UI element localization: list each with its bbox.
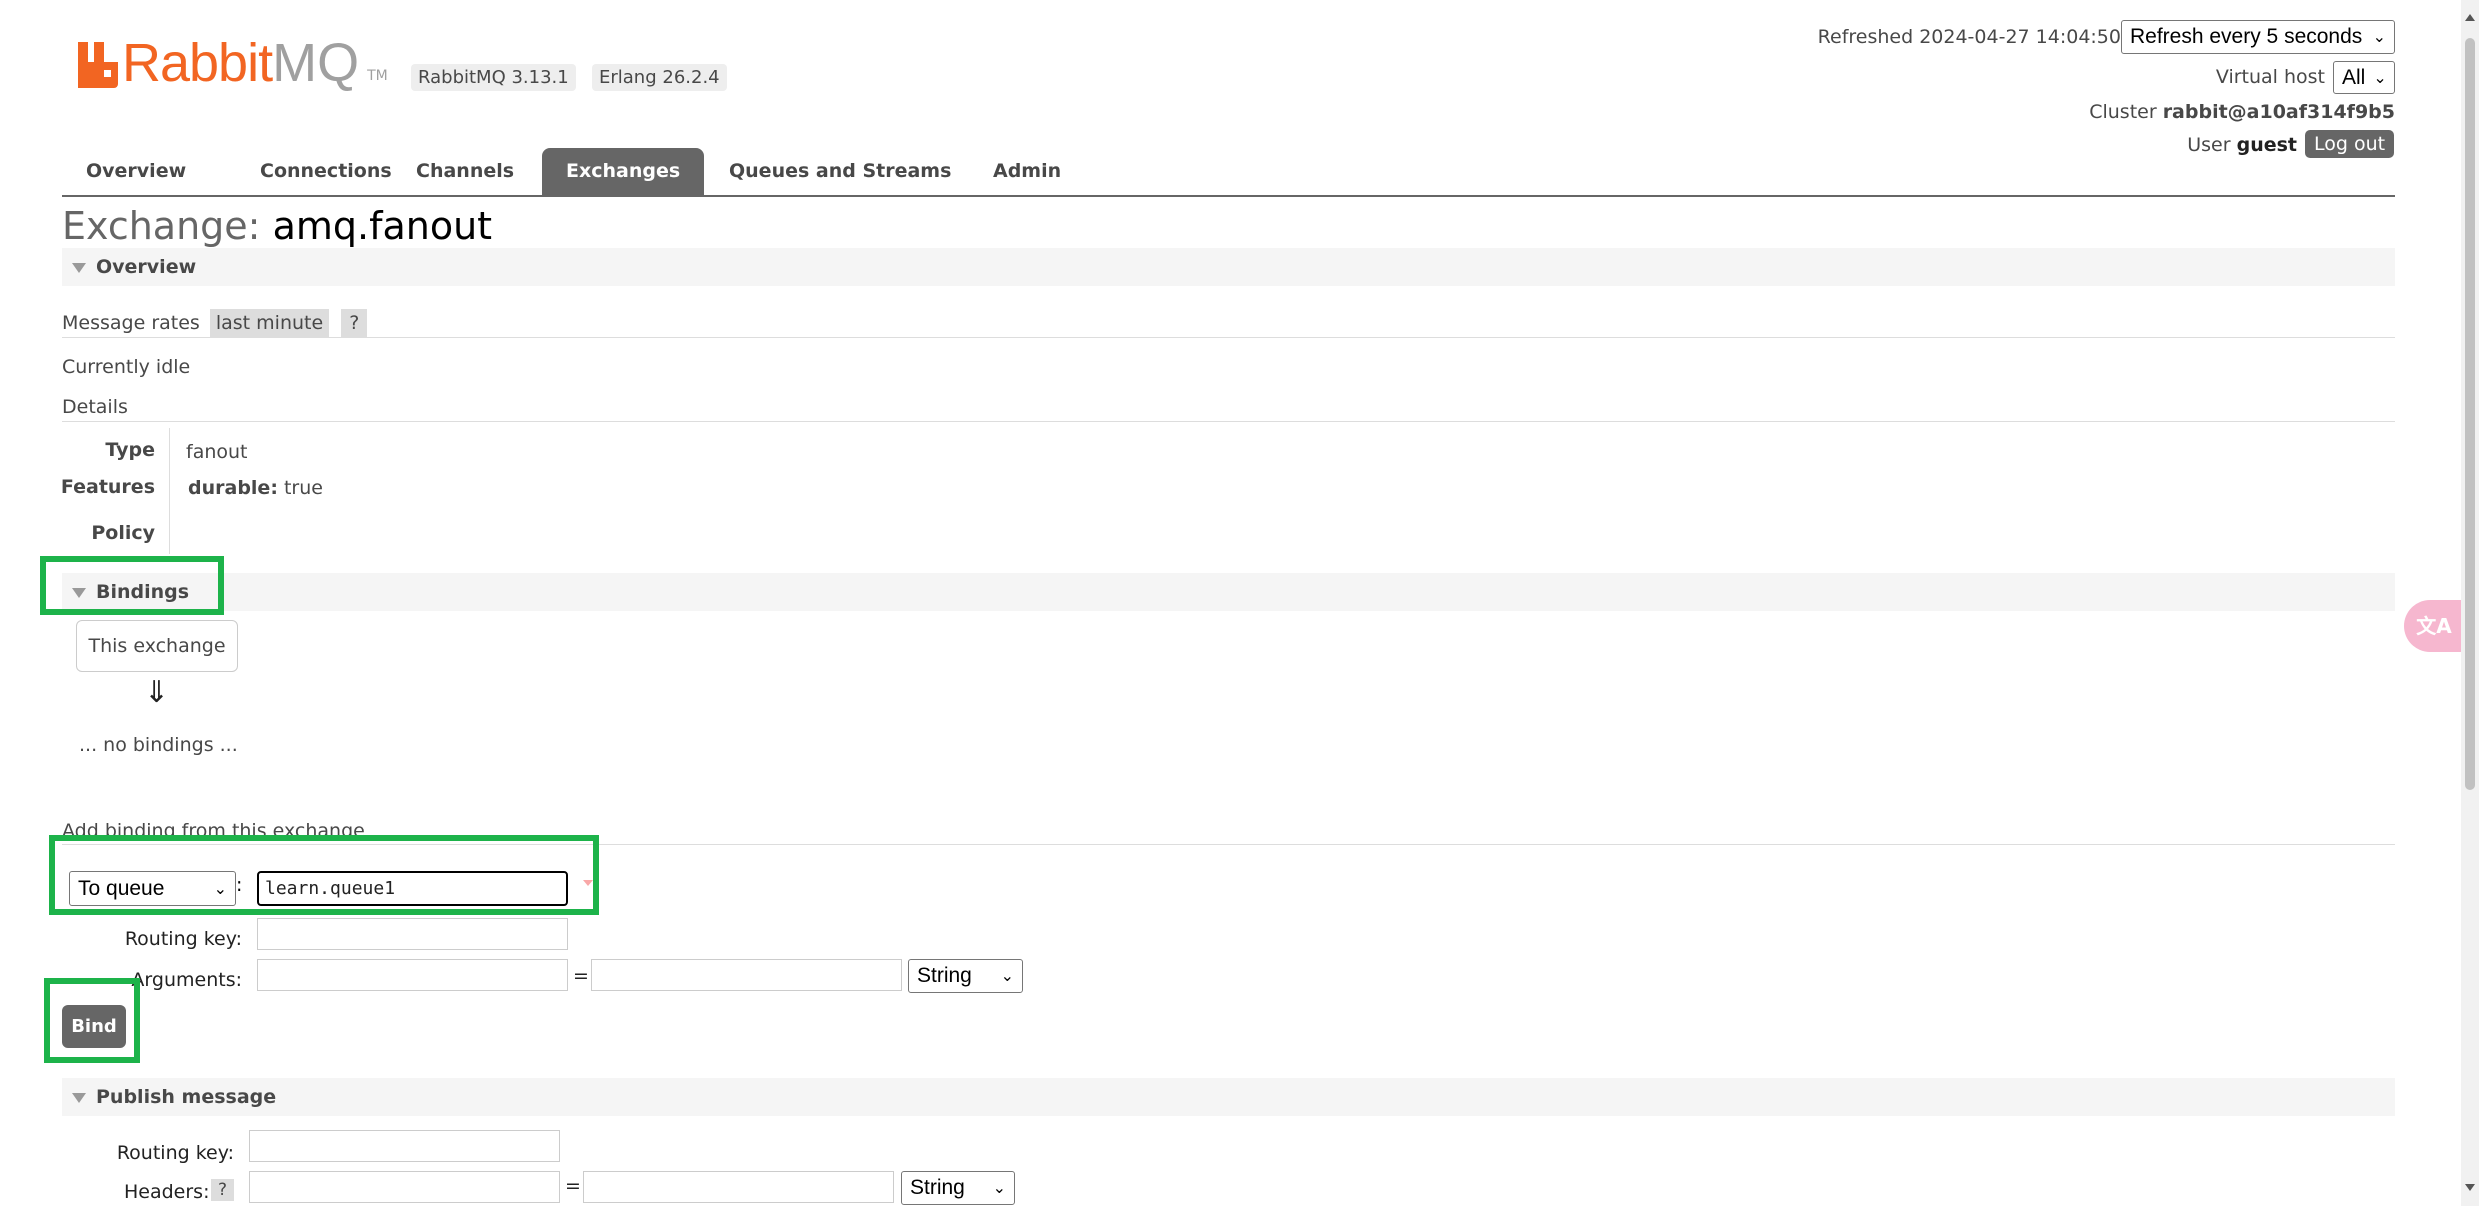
- equals-sign: =: [565, 1175, 581, 1197]
- tab-channels[interactable]: Channels: [392, 148, 538, 195]
- idle-status: Currently idle: [62, 356, 191, 378]
- header-value-input[interactable]: [583, 1171, 894, 1203]
- page-title: Exchange: amq.fanout: [62, 200, 492, 252]
- colon-separator: :: [236, 874, 243, 896]
- argument-value-input[interactable]: [591, 959, 902, 991]
- chevron-down-icon: ⌄: [2373, 69, 2387, 87]
- translate-icon[interactable]: 文A: [2404, 600, 2464, 652]
- rabbitmq-logo-icon: [78, 42, 118, 88]
- tab-connections[interactable]: Connections: [236, 148, 416, 195]
- publish-heading: Publish message: [96, 1086, 277, 1108]
- durable-label: durable:: [188, 477, 278, 499]
- destination-queue-input[interactable]: learn.queue1: [257, 871, 568, 906]
- logo-text-primary: Rabbit: [122, 33, 273, 93]
- durable-value: true: [283, 477, 323, 499]
- virtual-host-select[interactable]: All ⌄: [2333, 61, 2395, 94]
- features-value: durable: true: [188, 477, 323, 499]
- header-key-input[interactable]: [249, 1171, 560, 1203]
- help-button[interactable]: ?: [211, 1179, 235, 1201]
- page-title-name: amq.fanout: [272, 204, 493, 248]
- chevron-down-icon: ⌄: [992, 1180, 1006, 1197]
- scrollbar-track[interactable]: [2461, 0, 2479, 1206]
- cluster-info: Cluster rabbit@a10af314f9b5: [2089, 101, 2395, 123]
- erlang-badge: Erlang 26.2.4: [592, 64, 727, 91]
- overview-heading: Overview: [96, 256, 197, 278]
- binding-destination-select[interactable]: To queue ⌄: [69, 871, 236, 906]
- version-badge: RabbitMQ 3.13.1: [411, 64, 576, 91]
- publish-routing-key-label: Routing key:: [116, 1142, 234, 1164]
- logo-text-secondary: MQ: [272, 33, 360, 93]
- bindings-section-header[interactable]: Bindings: [62, 573, 2395, 611]
- policy-label: Policy: [91, 522, 155, 544]
- equals-sign: =: [573, 965, 589, 987]
- tab-admin[interactable]: Admin: [969, 148, 1085, 195]
- tab-overview[interactable]: Overview: [62, 148, 210, 195]
- chevron-down-icon: ⌄: [213, 880, 227, 898]
- chevron-down-icon: ⌄: [1000, 968, 1014, 985]
- argument-key-input[interactable]: [257, 959, 568, 991]
- divider: [62, 337, 2395, 338]
- details-table-divider: [169, 428, 170, 554]
- main-navigation: Overview Connections Channels Exchanges …: [62, 148, 2395, 197]
- this-exchange-box: This exchange: [76, 620, 238, 672]
- virtual-host-value: All: [2342, 65, 2366, 89]
- features-label: Features: [60, 476, 155, 498]
- scrollbar-thumb[interactable]: [2465, 38, 2475, 790]
- overview-section-header[interactable]: Overview: [62, 248, 2395, 286]
- bind-button[interactable]: Bind: [62, 1005, 126, 1048]
- rabbitmq-logo[interactable]: Rabbit MQ TM: [78, 33, 388, 93]
- message-rates-row: Message rates last minute ?: [62, 309, 368, 337]
- chevron-down-icon: ⌄: [2372, 29, 2386, 46]
- tab-queues-and-streams[interactable]: Queues and Streams: [705, 148, 975, 195]
- publish-section-header[interactable]: Publish message: [62, 1078, 2395, 1116]
- header-type-value: String: [910, 1176, 965, 1199]
- down-arrow-icon: ⇓: [144, 675, 170, 710]
- triangle-down-icon: [72, 1092, 86, 1103]
- highlight-box: [40, 556, 224, 615]
- binding-destination-value: To queue: [78, 876, 165, 900]
- type-value: fanout: [186, 441, 248, 463]
- argument-type-select[interactable]: String ⌄: [908, 959, 1023, 993]
- message-rates-label: Message rates: [62, 312, 200, 334]
- tab-exchanges[interactable]: Exchanges: [542, 148, 705, 195]
- required-marker: [583, 880, 593, 886]
- arguments-label: Arguments:: [131, 969, 242, 991]
- scroll-down-icon[interactable]: [2465, 1184, 2475, 1191]
- message-rates-range-chip[interactable]: last minute: [209, 309, 330, 337]
- scroll-up-icon[interactable]: [2465, 14, 2475, 21]
- publish-headers-label: Headers:: [124, 1181, 210, 1203]
- refresh-interval-value: Refresh every 5 seconds: [2130, 25, 2363, 48]
- publish-routing-key-input[interactable]: [249, 1130, 560, 1162]
- help-button[interactable]: ?: [341, 309, 368, 337]
- logo-trademark: TM: [367, 68, 388, 84]
- virtual-host-label: Virtual host: [2215, 66, 2325, 88]
- refresh-interval-select[interactable]: Refresh every 5 seconds ⌄: [2121, 20, 2395, 54]
- routing-key-label: Routing key:: [124, 928, 242, 950]
- argument-type-value: String: [917, 964, 972, 987]
- header-type-select[interactable]: String ⌄: [901, 1171, 1015, 1205]
- routing-key-input[interactable]: [257, 918, 568, 950]
- divider: [62, 421, 2395, 422]
- triangle-down-icon: [72, 262, 86, 273]
- no-bindings-text: ... no bindings ...: [79, 734, 238, 756]
- type-label: Type: [105, 439, 155, 461]
- details-label: Details: [62, 396, 128, 418]
- cluster-label: Cluster: [2089, 101, 2157, 123]
- refreshed-label: Refreshed 2024-04-27 14:04:50: [1817, 26, 2121, 48]
- cluster-value: rabbit@a10af314f9b5: [2162, 101, 2395, 123]
- page-title-prefix: Exchange:: [62, 204, 261, 248]
